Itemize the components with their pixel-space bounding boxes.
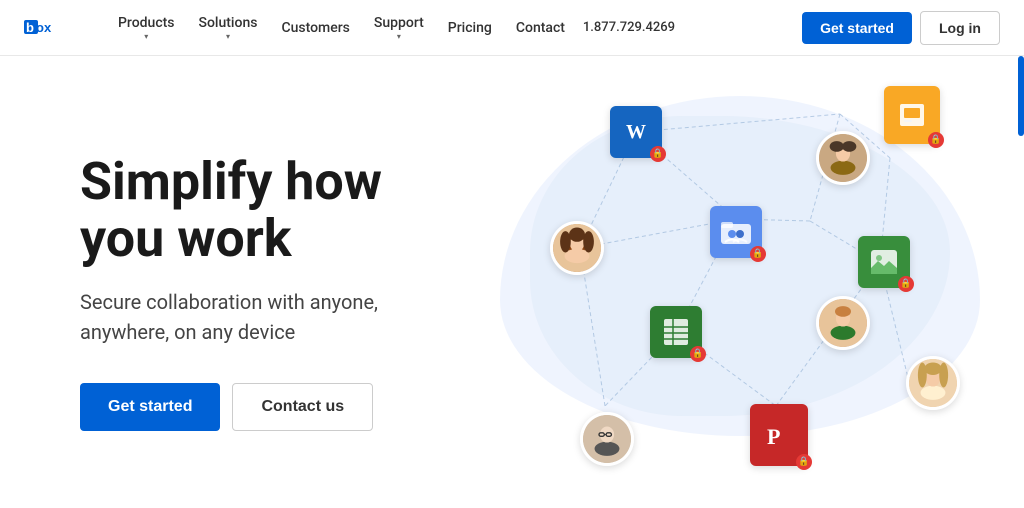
ppt-icon-svg: P	[762, 418, 796, 452]
nav-customers[interactable]: Customers	[271, 20, 359, 36]
hero-section: Simplify how you work Secure collaborati…	[0, 56, 1024, 508]
nav-support[interactable]: Support ▾	[364, 15, 434, 41]
main-nav: Products ▾ Solutions ▾ Customers Support…	[108, 15, 802, 41]
lock-badge-image: 🔒	[898, 276, 914, 292]
header-login-button[interactable]: Log in	[920, 11, 1000, 45]
sheets-file-icon: 🔒	[650, 306, 702, 358]
logo[interactable]: b ox	[24, 12, 76, 44]
hero-subtitle: Secure collaboration with anyone, anywhe…	[80, 287, 420, 347]
woman2-svg	[909, 356, 957, 410]
avatar-man-3	[580, 412, 634, 466]
hero-illustration: .net-line { stroke: #90afd4; stroke-widt…	[480, 56, 1024, 508]
powerpoint-file-icon: P 🔒	[750, 404, 808, 466]
header-actions: Get started Log in	[802, 11, 1000, 45]
svg-text:P: P	[767, 424, 780, 449]
hero-get-started-button[interactable]: Get started	[80, 383, 220, 431]
man1-svg	[819, 131, 867, 185]
scrollbar[interactable]	[1018, 56, 1024, 136]
avatar-man-2	[816, 296, 870, 350]
lock-badge-folder: 🔒	[750, 246, 766, 262]
lock-badge-ppt: 🔒	[796, 454, 812, 470]
folder-icon-svg	[720, 218, 752, 246]
word-file-icon: W 🔒	[610, 106, 662, 158]
word-letter: W	[626, 121, 646, 144]
slides-file-icon: 🔒	[884, 86, 940, 144]
lock-badge-slides: 🔒	[928, 132, 944, 148]
chevron-down-icon: ▾	[397, 32, 401, 41]
header: b ox Products ▾ Solutions ▾ Customers Su…	[0, 0, 1024, 56]
hero-contact-us-button[interactable]: Contact us	[232, 383, 373, 431]
phone-number[interactable]: 1.877.729.4269	[583, 20, 675, 35]
image-file-icon: 🔒	[858, 236, 910, 288]
lock-badge-word: 🔒	[650, 146, 666, 162]
avatar-woman-2	[906, 356, 960, 410]
nav-contact[interactable]: Contact	[506, 20, 575, 36]
svg-text:ox: ox	[36, 20, 52, 35]
nav-pricing[interactable]: Pricing	[438, 20, 502, 36]
chevron-down-icon: ▾	[226, 32, 230, 41]
nav-solutions[interactable]: Solutions ▾	[189, 15, 268, 41]
hero-title: Simplify how you work	[80, 153, 480, 267]
slides-icon-svg	[897, 100, 927, 130]
nav-products[interactable]: Products ▾	[108, 15, 185, 41]
man3-svg	[583, 412, 631, 466]
lock-badge-sheets: 🔒	[690, 346, 706, 362]
man2-svg	[819, 296, 867, 350]
hero-content: Simplify how you work Secure collaborati…	[0, 56, 480, 508]
svg-text:b: b	[26, 20, 34, 35]
header-get-started-button[interactable]: Get started	[802, 12, 912, 44]
hero-buttons: Get started Contact us	[80, 383, 480, 431]
sheets-icon-svg	[661, 317, 691, 347]
chevron-down-icon: ▾	[144, 32, 148, 41]
avatar-woman-1	[550, 221, 604, 275]
network-diagram: .net-line { stroke: #90afd4; stroke-widt…	[490, 76, 970, 476]
team-folder-icon: 🔒	[710, 206, 762, 258]
woman1-svg	[553, 221, 601, 275]
avatar-man-1	[816, 131, 870, 185]
image-icon-svg	[869, 248, 899, 276]
box-logo-icon: b ox	[24, 12, 76, 44]
